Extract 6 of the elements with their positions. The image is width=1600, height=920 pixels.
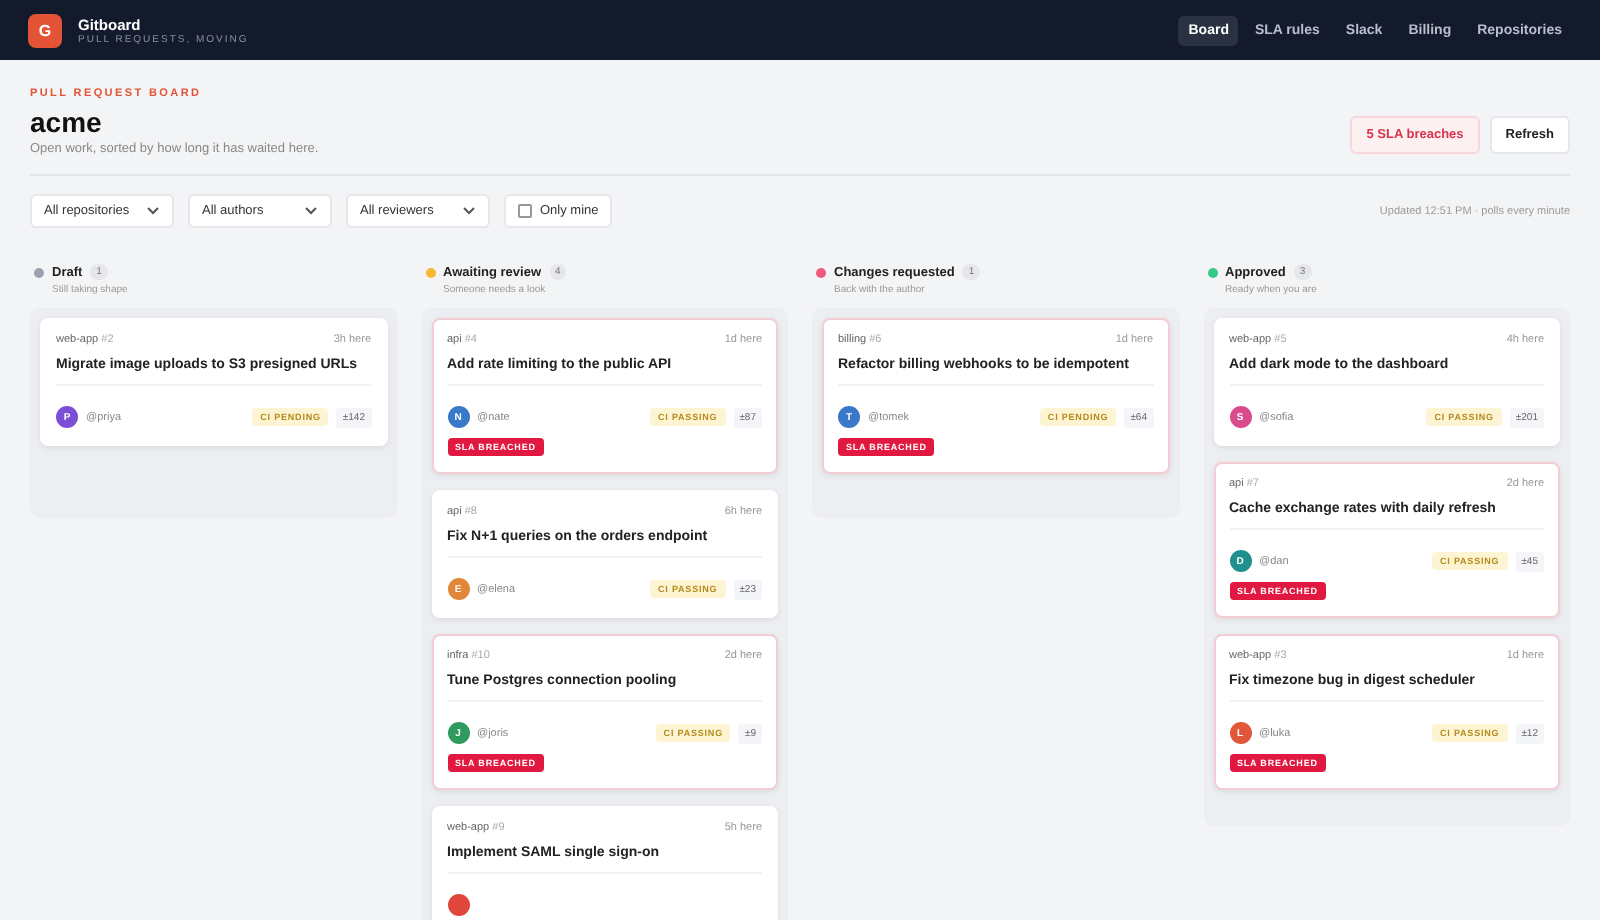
chevron-down-icon (146, 206, 160, 216)
checkbox[interactable] (518, 204, 532, 218)
page-title: acme (30, 106, 104, 138)
chevron-down-icon (462, 206, 476, 216)
chevron-down-icon (304, 206, 318, 216)
app-logo: G (28, 13, 62, 47)
